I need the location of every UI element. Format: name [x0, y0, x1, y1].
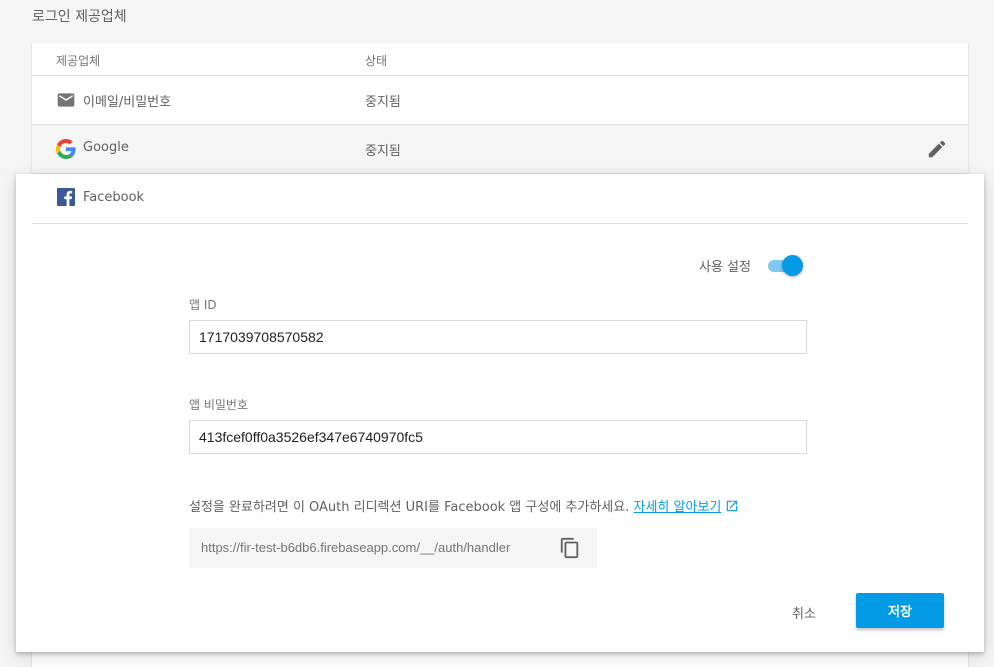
page: 로그인 제공업체 제공업체 상태 이메일/비밀번호 중지됨 Google 중지됨…: [0, 0, 994, 667]
copy-icon[interactable]: [559, 537, 581, 559]
facebook-provider-panel: Facebook 사용 설정 앱 ID 앱 비밀번호 설정을 완료하려면 이 O…: [16, 174, 984, 652]
google-icon: [56, 139, 76, 159]
app-id-input[interactable]: [189, 320, 807, 354]
app-secret-label: 앱 비밀번호: [189, 398, 249, 412]
table-row-email[interactable]: 이메일/비밀번호 중지됨: [32, 76, 968, 125]
redirect-uri-box: https://fir-test-b6db6.firebaseapp.com/_…: [189, 528, 597, 568]
enable-label: 사용 설정: [699, 260, 751, 275]
panel-header[interactable]: Facebook: [32, 174, 968, 224]
toggle-thumb: [782, 255, 803, 276]
provider-name: Facebook: [83, 190, 145, 205]
edit-pencil-icon[interactable]: [926, 138, 948, 160]
cancel-button[interactable]: 취소: [764, 594, 844, 630]
provider-status: 중지됨: [365, 95, 401, 110]
provider-name: Google: [83, 140, 129, 155]
app-id-label: 앱 ID: [189, 298, 217, 312]
learn-more-link[interactable]: 자세히 알아보기: [633, 500, 721, 515]
mail-icon: [56, 90, 76, 110]
column-header-provider: 제공업체: [56, 54, 101, 68]
provider-status: 중지됨: [365, 144, 401, 159]
table-header: 제공업체 상태: [32, 43, 968, 76]
section-title: 로그인 제공업체: [32, 9, 127, 25]
provider-name: 이메일/비밀번호: [83, 95, 172, 110]
facebook-icon: [57, 188, 75, 206]
app-secret-input[interactable]: [189, 420, 807, 454]
enable-toggle[interactable]: [767, 255, 803, 277]
instruction-text: 설정을 완료하려면 이 OAuth 리디렉션 URI를 Facebook 앱 구…: [189, 500, 630, 515]
redirect-instruction: 설정을 완료하려면 이 OAuth 리디렉션 URI를 Facebook 앱 구…: [189, 496, 739, 515]
column-header-status: 상태: [365, 54, 388, 68]
redirect-uri: https://fir-test-b6db6.firebaseapp.com/_…: [201, 540, 511, 555]
save-button[interactable]: 저장: [856, 593, 944, 628]
open-in-new-icon[interactable]: [725, 499, 739, 513]
table-row-google[interactable]: Google 중지됨: [32, 125, 968, 174]
